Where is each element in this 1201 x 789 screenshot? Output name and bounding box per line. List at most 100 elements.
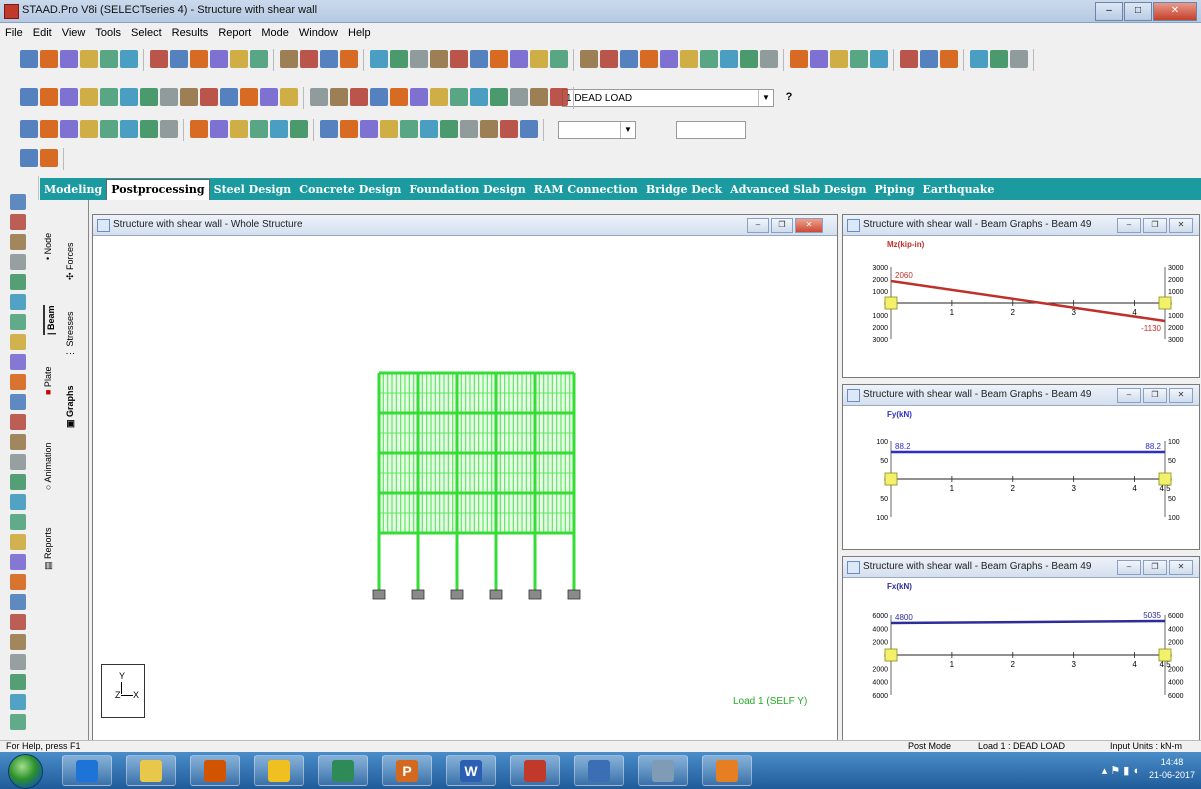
toolbar-tool-icon[interactable] <box>170 50 188 68</box>
flag-icon[interactable]: ⚑ <box>1110 765 1123 777</box>
toolbar-tool-icon[interactable] <box>450 50 468 68</box>
menu-help[interactable]: Help <box>343 27 376 39</box>
toolbar-tool-icon[interactable] <box>390 50 408 68</box>
menu-file[interactable]: File <box>0 27 28 39</box>
restore-button[interactable]: ❐ <box>1143 560 1167 575</box>
toolbar-tool-icon[interactable] <box>500 120 518 138</box>
toolbar-tool-icon[interactable] <box>490 50 508 68</box>
toolbar-tool-icon[interactable] <box>340 50 358 68</box>
toolbar-tool-icon[interactable] <box>760 50 778 68</box>
minimize-button[interactable]: – <box>747 218 769 233</box>
toolbar-tool-icon[interactable] <box>230 120 248 138</box>
graph-end-handle[interactable] <box>1158 648 1172 662</box>
toolbar-tool-icon[interactable] <box>360 120 378 138</box>
toolbar-tool-icon[interactable] <box>230 50 248 68</box>
toolbar-tool-icon[interactable] <box>20 88 38 106</box>
toolbar-tool-icon[interactable] <box>190 50 208 68</box>
beam-graph-window-fx[interactable]: Structure with shear wall - Beam Graphs … <box>842 556 1200 741</box>
toolbar-tool-icon[interactable] <box>480 120 498 138</box>
toolbar-tool-icon[interactable] <box>490 88 508 106</box>
left-tool-icon[interactable] <box>10 574 26 590</box>
toolbar-tool-icon[interactable] <box>600 50 618 68</box>
tab-earthquake[interactable]: Earthquake <box>919 183 999 196</box>
tab-modeling[interactable]: Modeling <box>40 183 106 196</box>
toolbar-tool-icon[interactable] <box>550 50 568 68</box>
toolbar-tool-icon[interactable] <box>180 88 198 106</box>
toolbar-tool-icon[interactable] <box>290 120 308 138</box>
toolbar-tool-icon[interactable] <box>220 88 238 106</box>
menu-edit[interactable]: Edit <box>28 27 57 39</box>
left-tool-icon[interactable] <box>10 254 26 270</box>
toolbar-tool-icon[interactable] <box>120 88 138 106</box>
toolbar-tool-icon[interactable] <box>210 120 228 138</box>
explorer-icon[interactable] <box>126 755 176 786</box>
word-icon[interactable]: W <box>446 755 496 786</box>
toolbar-tool-icon[interactable] <box>60 50 78 68</box>
sub-tab-stresses[interactable]: ⋮ Stresses <box>65 311 76 358</box>
tab-piping[interactable]: Piping <box>871 183 919 196</box>
toolbar-tool-icon[interactable] <box>80 50 98 68</box>
toolbar-tool-icon[interactable] <box>990 50 1008 68</box>
restore-button[interactable]: ❐ <box>1143 218 1167 233</box>
left-tool-icon[interactable] <box>10 314 26 330</box>
volume-icon[interactable]: ◖ <box>1132 765 1139 777</box>
left-tool-icon[interactable] <box>10 694 26 710</box>
left-tool-icon[interactable] <box>10 614 26 630</box>
toolbar-tool-icon[interactable] <box>870 50 888 68</box>
toolbar-tool-icon[interactable] <box>310 88 328 106</box>
toolbar-tool-icon[interactable] <box>580 50 598 68</box>
tab-concrete-design[interactable]: Concrete Design <box>295 183 405 196</box>
close-button[interactable]: ✕ <box>795 218 823 233</box>
left-tool-icon[interactable] <box>10 194 26 210</box>
toolbar-tool-icon[interactable] <box>1010 50 1028 68</box>
toolbar-tool-icon[interactable] <box>160 120 178 138</box>
structure-canvas[interactable] <box>93 236 837 741</box>
left-tool-icon[interactable] <box>10 674 26 690</box>
disk-icon[interactable] <box>638 755 688 786</box>
toolbar-tool-icon[interactable] <box>510 50 528 68</box>
toolbar-tool-icon[interactable] <box>530 50 548 68</box>
graph-end-handle[interactable] <box>1158 296 1172 310</box>
maximize-button[interactable]: □ <box>1124 2 1152 21</box>
toolbar-tool-icon[interactable] <box>80 120 98 138</box>
tab-bridge-deck[interactable]: Bridge Deck <box>642 183 726 196</box>
media-player-icon[interactable] <box>190 755 240 786</box>
left-tool-icon[interactable] <box>10 594 26 610</box>
toolbar-tool-icon[interactable] <box>20 149 38 167</box>
toolbar-tool-icon[interactable] <box>390 88 408 106</box>
toolbar-tool-icon[interactable] <box>400 120 418 138</box>
whats-this-help-button[interactable]: ? <box>780 88 798 106</box>
left-tool-icon[interactable] <box>10 414 26 430</box>
toolbar-tool-icon[interactable] <box>60 120 78 138</box>
restore-button[interactable]: ❐ <box>771 218 793 233</box>
toolbar-tool-icon[interactable] <box>410 88 428 106</box>
toolbar-tool-icon[interactable] <box>190 120 208 138</box>
page-tab-animation[interactable]: ○ Animation <box>43 443 53 490</box>
toolbar-tool-icon[interactable] <box>810 50 828 68</box>
toolbar-tool-icon[interactable] <box>280 88 298 106</box>
toolbar-tool-icon[interactable] <box>40 50 58 68</box>
toolbar-tool-icon[interactable] <box>850 50 868 68</box>
toolbar-tool-icon[interactable] <box>900 50 918 68</box>
toolbar-tool-icon[interactable] <box>40 120 58 138</box>
beam-graph-window-fy[interactable]: Structure with shear wall - Beam Graphs … <box>842 384 1200 550</box>
chrome-icon[interactable] <box>254 755 304 786</box>
toolbar-tool-icon[interactable] <box>320 120 338 138</box>
page-tab-reports[interactable]: ▤ Reports <box>43 527 54 570</box>
toolbar-tool-icon[interactable] <box>740 50 758 68</box>
page-tab-plate[interactable]: ■ Plate <box>43 367 53 395</box>
menu-view[interactable]: View <box>57 27 91 39</box>
toolbar-tool-icon[interactable] <box>440 120 458 138</box>
toolbar-tool-icon[interactable] <box>510 88 528 106</box>
toolbar-tool-icon[interactable] <box>240 88 258 106</box>
clock[interactable]: 14:48 21-06-2017 <box>1149 756 1195 782</box>
minimize-button[interactable]: – <box>1095 2 1123 21</box>
ie-icon[interactable] <box>62 755 112 786</box>
menu-select[interactable]: Select <box>126 27 167 39</box>
toolbar-tool-icon[interactable] <box>430 88 448 106</box>
left-tool-icon[interactable] <box>10 454 26 470</box>
toolbar-tool-icon[interactable] <box>160 88 178 106</box>
toolbar-tool-icon[interactable] <box>150 50 168 68</box>
toolbar-tool-icon[interactable] <box>20 120 38 138</box>
toolbar-tool-icon[interactable] <box>420 120 438 138</box>
